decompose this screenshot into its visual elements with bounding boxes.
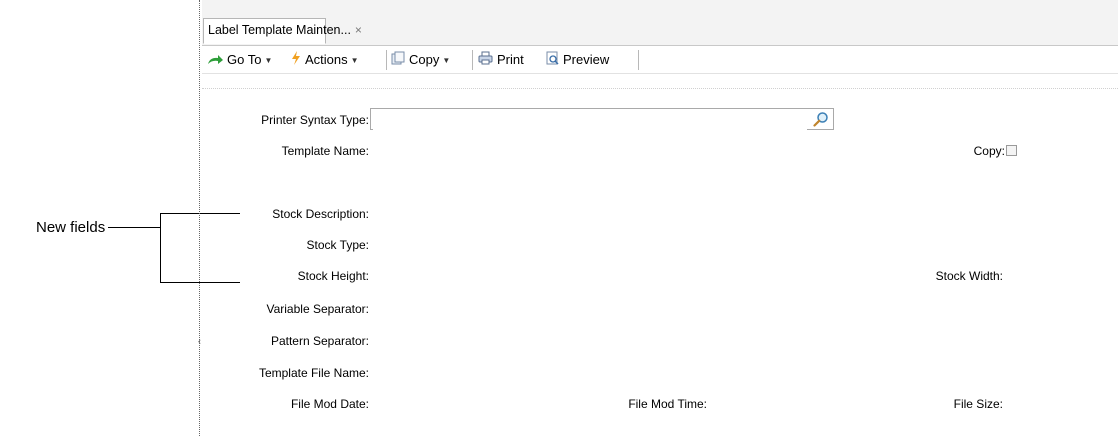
file-mod-date-label: File Mod Date: xyxy=(290,397,369,411)
goto-button[interactable]: Go To ▼ xyxy=(207,51,272,69)
preview-button[interactable]: Preview xyxy=(546,51,609,69)
actions-label: Actions xyxy=(305,52,348,67)
preview-label: Preview xyxy=(563,52,610,67)
actions-bolt-icon xyxy=(291,51,301,70)
copy-icon xyxy=(391,51,405,70)
variable-separator-label: Variable Separator: xyxy=(266,302,369,316)
annotation-connector xyxy=(108,227,161,228)
dropdown-arrow-icon: ▼ xyxy=(264,55,273,65)
stock-description-label: Stock Description: xyxy=(272,207,369,221)
preview-icon xyxy=(546,51,559,70)
splitter-handle[interactable]: ‹ xyxy=(198,337,202,346)
template-file-name-label: Template File Name: xyxy=(258,366,369,380)
file-mod-time-label: File Mod Time: xyxy=(628,397,707,411)
print-label: Print xyxy=(497,52,524,67)
tab-title: Label Template Mainten... xyxy=(208,23,351,37)
printer-icon xyxy=(478,51,493,70)
close-icon[interactable]: × xyxy=(355,23,362,37)
dropdown-arrow-icon: ▼ xyxy=(350,55,359,65)
stock-height-label: Stock Height: xyxy=(297,269,369,283)
search-icon[interactable] xyxy=(813,111,829,127)
goto-label: Go To xyxy=(227,52,262,67)
file-size-label: File Size: xyxy=(953,397,1003,411)
print-button[interactable]: Print xyxy=(478,51,524,69)
copy-checkbox-label: Copy: xyxy=(973,144,1005,158)
toolbar-separator xyxy=(638,50,639,70)
stock-type-label: Stock Type: xyxy=(306,238,369,252)
annotation-bracket-vertical xyxy=(160,213,161,283)
copy-label: Copy xyxy=(409,52,440,67)
copy-button[interactable]: Copy ▼ xyxy=(391,51,450,69)
toolbar-divider xyxy=(202,88,1118,90)
stock-width-label: Stock Width: xyxy=(935,269,1003,283)
toolbar-separator xyxy=(472,50,473,70)
copy-checkbox[interactable] xyxy=(1006,145,1017,156)
toolbar-separator xyxy=(386,50,387,70)
actions-button[interactable]: Actions ▼ xyxy=(291,51,359,69)
printer-syntax-type-label: Printer Syntax Type: xyxy=(261,113,369,127)
template-name-label: Template Name: xyxy=(281,144,369,158)
goto-arrow-icon xyxy=(207,52,223,70)
pattern-separator-label: Pattern Separator: xyxy=(270,334,369,348)
annotation-label: New fields xyxy=(36,219,106,236)
dropdown-arrow-icon: ▼ xyxy=(442,55,451,65)
tab-label-template-maintenance[interactable]: Label Template Mainten... × xyxy=(203,18,362,44)
printer-syntax-type-input[interactable] xyxy=(373,110,807,130)
printer-syntax-type-field[interactable] xyxy=(370,108,834,130)
